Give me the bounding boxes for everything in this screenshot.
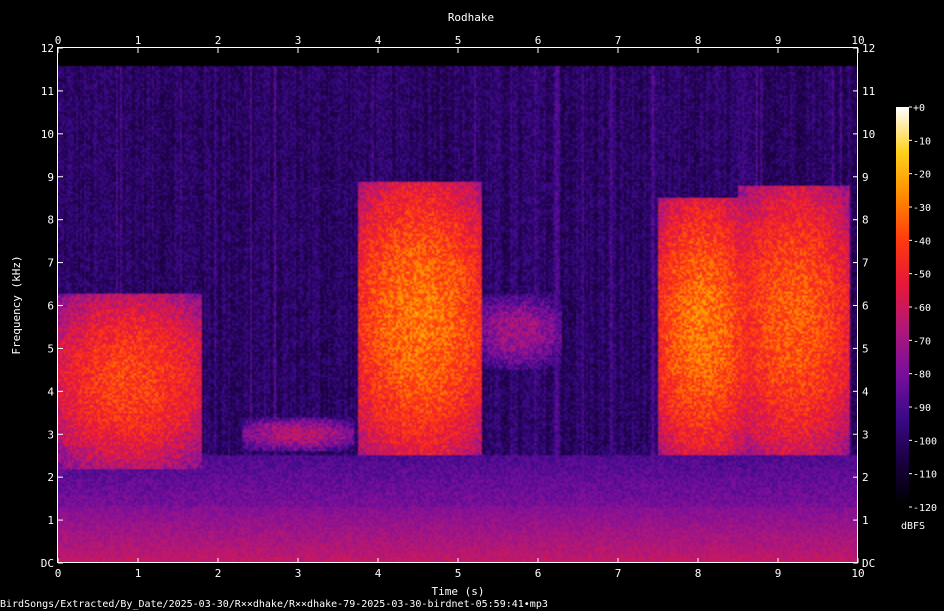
x-tick-label-top: 5 [455,34,462,47]
colorbar-tick-label: -100 [913,436,937,447]
x-tick-label: 7 [615,567,622,580]
x-tick-label: 9 [775,567,782,580]
colorbar-ticks: +0 -10 -20 -30 -40 -50 -60 -70 -80 -90 -100 -110 -12… [909,103,937,514]
y-tick-label: 10 [41,128,54,141]
colorbar-tick-label: -60 [913,303,931,314]
colorbar-tick-label: -70 [913,336,931,347]
y-tick-label: 8 [47,214,54,227]
y-tick-label-right: 9 [862,171,869,184]
x-tick-label: 1 [135,567,142,580]
y-tick-label-right: 4 [862,385,869,398]
y-tick-label-right: 5 [862,342,869,355]
x-tick-label-top: 8 [695,34,702,47]
y-tick-label: 5 [47,342,54,355]
x-tick-label: 2 [215,567,222,580]
spectrogram-plot: 0 1 2 3 4 5 6 7 8 9 10 0 1 2 3 4 5 6 7 8 9 10 DC123456789101… [41,34,876,580]
y-tick-label: 2 [47,471,54,484]
colorbar-tick-label: -90 [913,403,931,414]
x-tick-label-top: 4 [375,34,382,47]
x-tick-label-top: 0 [55,34,62,47]
y-tick-label: 9 [47,171,54,184]
y-tick-label-right: 7 [862,257,869,270]
y-tick-label-right: 11 [862,85,875,98]
y-tick-label: 12 [41,42,54,55]
x-axis-label: Time (s) [432,585,485,598]
colorbar-tick-label: -120 [913,503,937,514]
y-tick-label-right: 10 [862,128,875,141]
x-tick-label: 5 [455,567,462,580]
chart-title: Rodhake [448,11,494,24]
y-tick-label: 1 [47,514,54,527]
x-tick-label-top: 2 [215,34,222,47]
y-tick-label: 6 [47,300,54,313]
colorbar-label: dBFS [901,521,925,532]
y-tick-label-right: 8 [862,214,869,227]
y-tick-label-right: 12 [862,42,875,55]
y-tick-label: 3 [47,428,54,441]
y-tick-label: DC [41,557,54,570]
y-tick-label: 4 [47,385,54,398]
y-tick-label: 11 [41,85,54,98]
colorbar-tick-label: +0 [913,103,925,114]
colorbar-tick-label: -20 [913,170,931,181]
x-tick-label: 8 [695,567,702,580]
y-tick-label-right: 2 [862,471,869,484]
x-tick-label: 3 [295,567,302,580]
x-tick-label: 6 [535,567,542,580]
colorbar-gradient [896,107,909,507]
x-tick-label-top: 3 [295,34,302,47]
x-tick-label-top: 9 [775,34,782,47]
x-tick-label-top: 7 [615,34,622,47]
colorbar: +0 -10 -20 -30 -40 -50 -60 -70 -80 -90 -100 -110 -12… [896,103,937,532]
y-tick-label-right: DC [862,557,875,570]
y-tick-label-right: 1 [862,514,869,527]
x-tick-label-top: 6 [535,34,542,47]
x-tick-label-top: 1 [135,34,142,47]
source-filename: BirdSongs/Extracted/By_Date/2025-03-30/R… [0,599,548,610]
colorbar-tick-label: -10 [913,136,931,147]
colorbar-tick-label: -80 [913,370,931,381]
spectrogram-figure: Rodhake 0 1 2 3 4 5 6 7 8 9 10 0 1 2 3 4 5 6 7 8 9 10 DC1234… [0,11,937,610]
x-tick-label: 0 [55,567,62,580]
y-tick-label: 7 [47,257,54,270]
y-axis-label: Frequency (kHz) [10,255,23,354]
spectrogram-image [58,48,858,563]
y-tick-label-right: 6 [862,300,869,313]
colorbar-tick-label: -40 [913,236,931,247]
colorbar-tick-label: -50 [913,270,931,281]
x-tick-label: 4 [375,567,382,580]
y-tick-label-right: 3 [862,428,869,441]
colorbar-tick-label: -110 [913,470,937,481]
colorbar-tick-label: -30 [913,203,931,214]
